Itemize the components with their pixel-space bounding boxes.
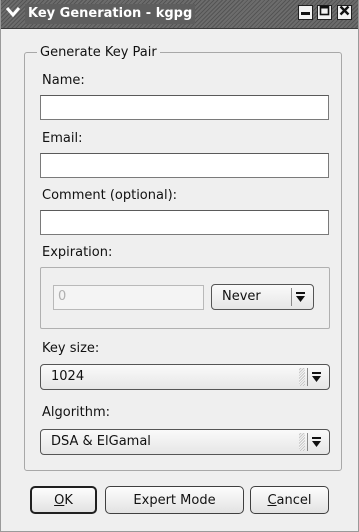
maximize-icon <box>319 5 330 20</box>
close-button[interactable] <box>337 5 352 20</box>
window-title: Key Generation - kgpg <box>25 4 196 24</box>
minimize-icon <box>300 5 311 20</box>
expert-mode-button[interactable]: Expert Mode <box>105 486 244 514</box>
ok-button[interactable]: OK <box>30 486 97 514</box>
key-size-value: 1024 <box>51 369 85 384</box>
name-field[interactable] <box>40 95 329 120</box>
comment-field[interactable] <box>40 210 329 235</box>
expiration-number-field[interactable]: 0 <box>53 285 204 310</box>
maximize-button[interactable] <box>317 5 332 20</box>
comment-label: Comment (optional): <box>42 188 178 203</box>
close-icon <box>339 5 350 20</box>
combo-hatch <box>299 433 305 451</box>
combo-hatch <box>299 368 305 386</box>
expert-mode-label: Expert Mode <box>133 492 216 508</box>
algorithm-value: DSA & ElGamal <box>51 434 151 449</box>
algorithm-label: Algorithm: <box>42 405 111 420</box>
ok-mnemonic: O <box>54 492 65 508</box>
chevron-down-icon <box>5 6 21 22</box>
window-menu-button[interactable] <box>3 4 22 23</box>
arrow-down-icon <box>307 368 325 386</box>
cancel-button[interactable]: Cancel <box>250 486 329 514</box>
key-size-select[interactable]: 1024 <box>40 364 330 390</box>
group-title: Generate Key Pair <box>37 45 160 61</box>
email-field[interactable] <box>40 153 329 178</box>
key-size-label: Key size: <box>42 341 100 356</box>
expiration-label: Expiration: <box>42 245 113 260</box>
ok-label-rest: K <box>64 492 73 508</box>
title-bar[interactable]: Key Generation - kgpg <box>1 0 358 29</box>
email-label: Email: <box>42 131 83 146</box>
key-generation-window: Key Generation - kgpg Generate Key Pair … <box>0 0 359 532</box>
arrow-down-icon <box>291 288 309 306</box>
algorithm-select[interactable]: DSA & ElGamal <box>40 429 330 455</box>
cancel-mnemonic: C <box>267 492 277 508</box>
minimize-button[interactable] <box>298 5 313 20</box>
cancel-label-rest: ancel <box>276 492 312 508</box>
expiration-unit-select[interactable]: Never <box>211 284 314 310</box>
name-label: Name: <box>42 73 85 88</box>
arrow-down-icon <box>307 433 325 451</box>
expiration-unit-value: Never <box>222 289 261 304</box>
